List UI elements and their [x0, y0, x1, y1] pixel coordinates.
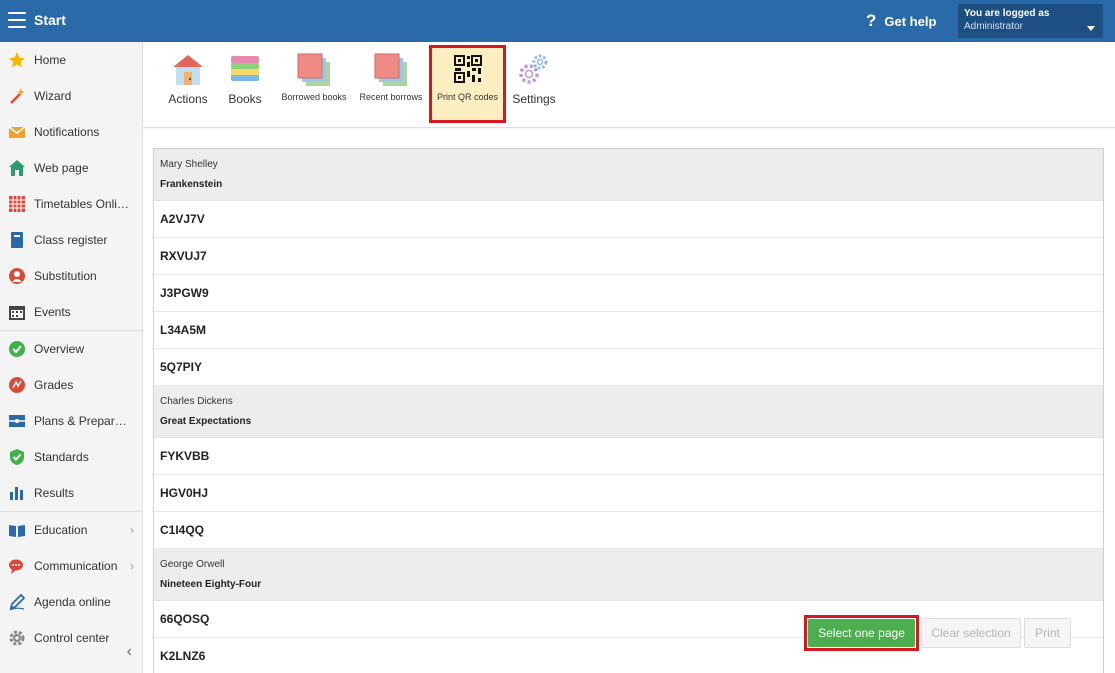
copy-code-row[interactable]: FYKVBB [154, 438, 1103, 475]
shield-check-icon [8, 448, 26, 466]
plan-icon [8, 412, 26, 430]
print-button[interactable]: Print [1024, 618, 1071, 648]
sidebar-item-class-register[interactable]: Class register [0, 222, 142, 258]
sidebar-item-events[interactable]: Events [0, 294, 142, 330]
copy-code-row[interactable]: HGV0HJ [154, 475, 1103, 512]
sidebar-item-education[interactable]: Education › [0, 512, 142, 548]
login-user: Administrator [964, 21, 1023, 32]
grid-icon [8, 195, 26, 213]
sidebar-item-substitution[interactable]: Substitution [0, 258, 142, 294]
check-circle-icon [8, 340, 26, 358]
book-group-header: George Orwell Nineteen Eighty-Four [154, 549, 1103, 601]
settings-button[interactable]: Settings [511, 48, 557, 120]
house-door-icon [170, 52, 206, 88]
book-icon [8, 231, 26, 249]
help-icon: ? [866, 11, 877, 30]
book-author: Charles Dickens [160, 396, 233, 407]
copy-code-row[interactable]: 5Q7PIY [154, 349, 1103, 386]
book-title: Nineteen Eighty-Four [160, 579, 262, 590]
gears-icon [516, 52, 552, 88]
chevron-right-icon: › [130, 523, 134, 537]
books-button[interactable]: Books [223, 48, 267, 120]
recent-borrows-icon [373, 52, 409, 88]
sidebar-item-notifications[interactable]: Notifications [0, 114, 142, 150]
sidebar-item-plans[interactable]: Plans & Preparations [0, 403, 142, 439]
open-book-icon [8, 521, 26, 539]
clear-selection-button[interactable]: Clear selection [921, 618, 1021, 648]
start-title[interactable]: Start [34, 12, 66, 28]
sidebar-item-overview[interactable]: Overview [0, 331, 142, 367]
book-author: George Orwell [160, 559, 225, 570]
house-icon [8, 159, 26, 177]
get-help-button[interactable]: ? Get help [866, 11, 936, 31]
bar-chart-icon [8, 484, 26, 502]
grades-circle-icon [8, 376, 26, 394]
calendar-icon [8, 303, 26, 321]
pen-icon [8, 593, 26, 611]
book-group-header: Charles Dickens Great Expectations [154, 386, 1103, 438]
library-toolbar: Actions Books Borrowed books Recent borr… [143, 42, 1115, 128]
book-group-header: Mary Shelley Frankenstein [154, 149, 1103, 201]
chevron-right-icon: › [130, 559, 134, 573]
chat-icon [8, 557, 26, 575]
book-title: Great Expectations [160, 416, 252, 427]
sidebar-item-agenda[interactable]: Agenda online [0, 584, 142, 620]
print-qr-codes-button[interactable]: Print QR codes [429, 45, 506, 123]
sidebar-item-results[interactable]: Results [0, 475, 142, 511]
borrowed-books-icon [296, 52, 332, 88]
chevron-down-icon [1087, 26, 1095, 31]
copy-code-row[interactable]: J3PGW9 [154, 275, 1103, 312]
get-help-label: Get help [884, 13, 937, 29]
sidebar: Home Wizard Notifications Web page Timet… [0, 42, 143, 673]
sidebar-item-timetables[interactable]: Timetables Online [0, 186, 142, 222]
user-login-dropdown[interactable]: You are logged as Administrator [958, 4, 1103, 38]
magic-wand-icon [8, 87, 26, 105]
gear-icon [8, 629, 26, 647]
sidebar-item-wizard[interactable]: Wizard [0, 78, 142, 114]
qr-code-icon [450, 52, 486, 88]
envelope-icon [8, 123, 26, 141]
books-stack-icon [227, 52, 263, 88]
copy-code-row[interactable]: L34A5M [154, 312, 1103, 349]
book-title: Frankenstein [160, 179, 223, 190]
collapse-sidebar-icon[interactable]: ‹ [127, 643, 132, 661]
copy-code-row[interactable]: RXVUJ7 [154, 238, 1103, 275]
recent-borrows-button[interactable]: Recent borrows [358, 48, 424, 120]
sidebar-item-standards[interactable]: Standards [0, 439, 142, 475]
person-icon [8, 267, 26, 285]
select-one-page-button[interactable]: Select one page [808, 619, 915, 647]
sidebar-item-grades[interactable]: Grades [0, 367, 142, 403]
sidebar-item-communication[interactable]: Communication › [0, 548, 142, 584]
actions-button[interactable]: Actions [163, 48, 213, 120]
copy-code-row[interactable]: A2VJ7V [154, 201, 1103, 238]
top-bar: Start ? Get help You are logged as Admin… [0, 0, 1115, 42]
qr-code-list: Mary Shelley Frankenstein A2VJ7V RXVUJ7 … [153, 148, 1104, 673]
login-caption: You are logged as [964, 8, 1050, 19]
copy-code-row[interactable]: C1I4QQ [154, 512, 1103, 549]
borrowed-books-button[interactable]: Borrowed books [279, 48, 349, 120]
star-icon [8, 51, 26, 69]
book-author: Mary Shelley [160, 159, 218, 170]
hamburger-menu-icon[interactable] [8, 12, 26, 28]
sidebar-item-web-page[interactable]: Web page [0, 150, 142, 186]
sidebar-item-home[interactable]: Home [0, 42, 142, 78]
sidebar-item-control-center[interactable]: Control center [0, 620, 142, 656]
